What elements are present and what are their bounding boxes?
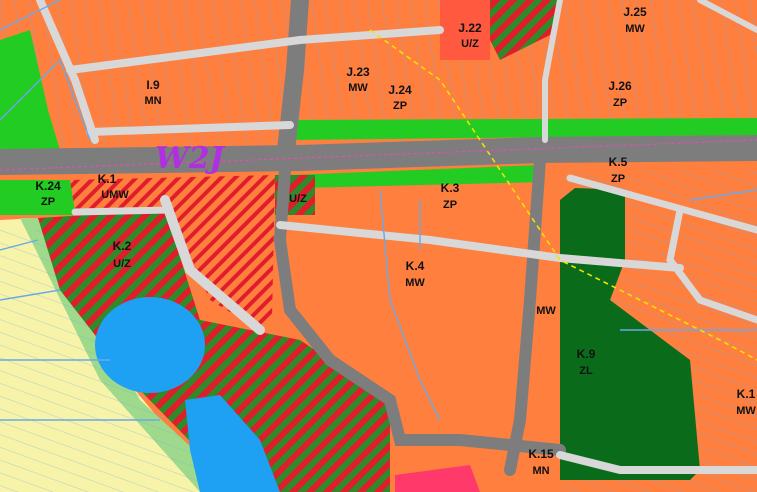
zone-k2-use: U/Z	[113, 258, 131, 270]
zone-j22-use: U/Z	[461, 38, 479, 50]
zone-k9-use: ZL	[579, 365, 593, 377]
zone-k15-use: MN	[532, 465, 549, 477]
zone-k3-use: ZP	[443, 199, 457, 211]
zone-j24-code: J.24	[388, 83, 412, 97]
zone-i9-code: I.9	[146, 78, 160, 92]
zone-k5-use: ZP	[611, 173, 625, 185]
w2j-overlay-label: W2J	[155, 141, 226, 176]
zone-k24-use: ZP	[41, 196, 55, 208]
zone-j26-use: ZP	[613, 97, 627, 109]
zone-k4-code: K.4	[406, 259, 425, 273]
zone-k1x-code: K.1	[737, 387, 756, 401]
zone-j26-code: J.26	[608, 79, 632, 93]
zone-k4-use: MW	[405, 277, 425, 289]
zoning-map[interactable]: W2J I.9 MN J.23 MW J.24 ZP J.22 U/Z J.25…	[0, 0, 757, 492]
zone-j23-code: J.23	[346, 65, 370, 79]
zone-j25-use: MW	[625, 23, 645, 35]
zone-j22-code: J.22	[458, 21, 482, 35]
zone-i9-use: MN	[144, 95, 161, 107]
zone-k5-code: K.5	[609, 155, 628, 169]
zone-k1-use: UMW	[101, 189, 129, 201]
zone-uz-use: U/Z	[289, 193, 307, 205]
zone-k15-code: K.15	[528, 447, 554, 461]
zone-k3-code: K.3	[441, 181, 460, 195]
zone-k2-code: K.2	[113, 239, 132, 253]
zone-mw-k8-use: MW	[536, 305, 556, 317]
zone-j25-code: J.25	[623, 5, 647, 19]
road-k1w	[71, 206, 174, 216]
pond-upper	[95, 297, 205, 393]
zone-k9-code: K.9	[577, 347, 596, 361]
zone-k1-code: K.1	[98, 172, 117, 186]
zone-k24-code: K.24	[35, 179, 61, 193]
zone-j23-use: MW	[348, 82, 368, 94]
zone-k1x-use: MW	[736, 405, 756, 417]
zone-j24-use: ZP	[393, 100, 407, 112]
